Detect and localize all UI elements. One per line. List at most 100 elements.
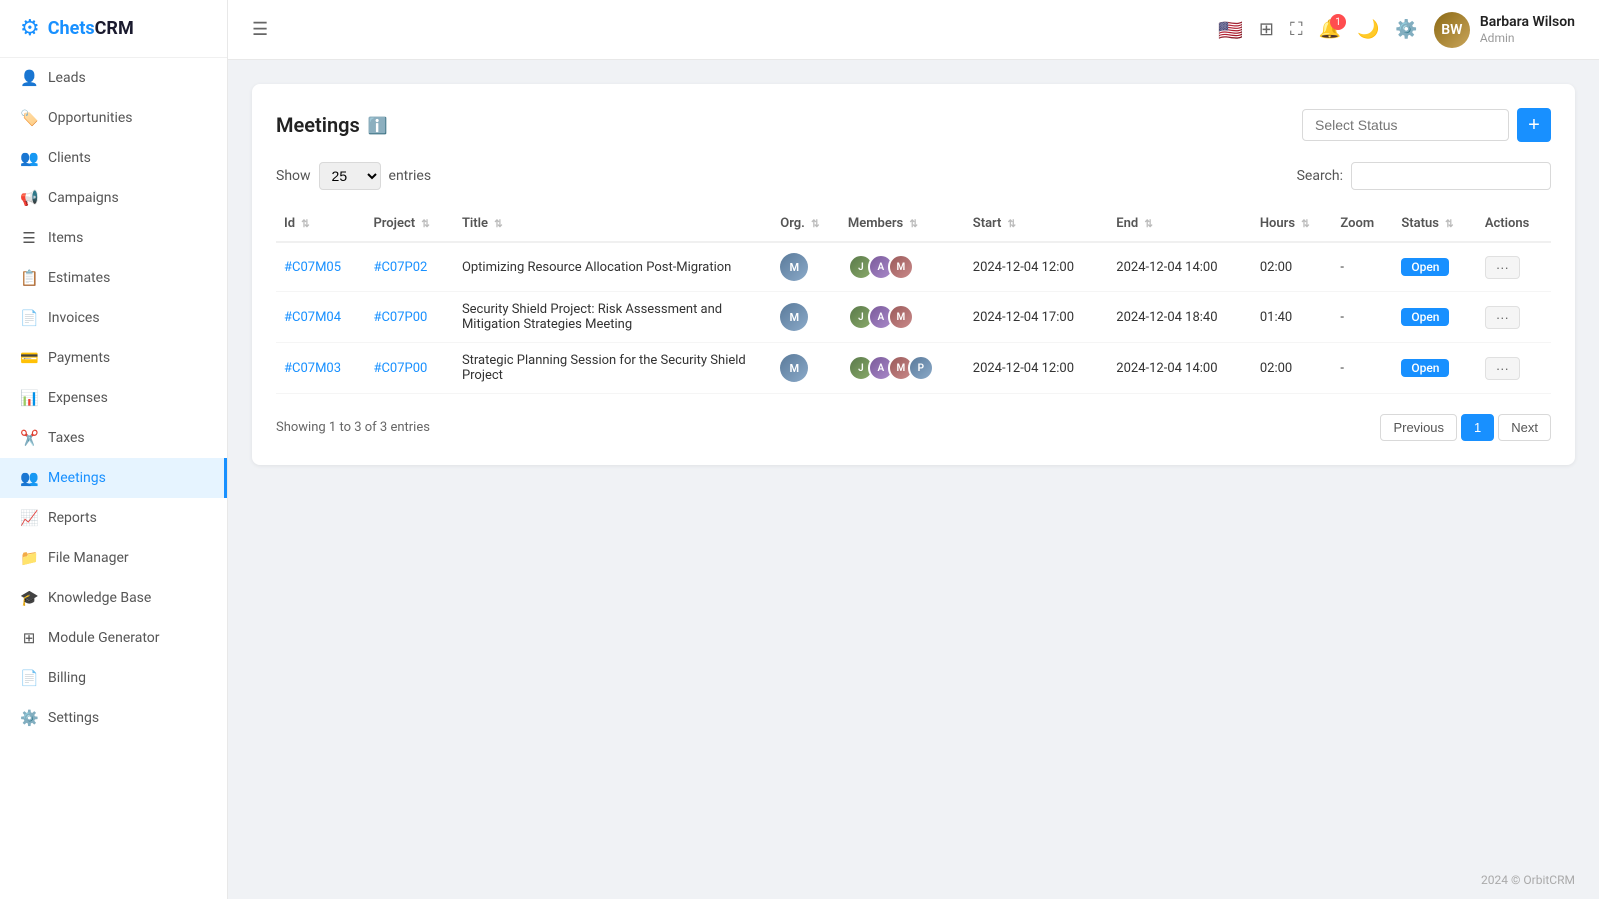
nav-icon-items: ☰ xyxy=(20,229,38,247)
project-link[interactable]: #C07P02 xyxy=(373,260,427,275)
notification-icon[interactable]: 🔔 1 xyxy=(1319,19,1341,40)
sidebar-item-estimates[interactable]: 📋 Estimates xyxy=(0,258,227,298)
cell-end: 2024-12-04 14:00 xyxy=(1108,343,1252,394)
sidebar-item-module-generator[interactable]: ⊞ Module Generator xyxy=(0,618,227,658)
pagination-area: Showing 1 to 3 of 3 entries Previous 1 N… xyxy=(276,414,1551,441)
nav-label-invoices: Invoices xyxy=(48,310,100,326)
sidebar-item-clients[interactable]: 👥 Clients xyxy=(0,138,227,178)
member-avatar: P xyxy=(908,355,934,381)
col-title[interactable]: Title ⇅ xyxy=(454,206,772,242)
nav-icon-leads: 👤 xyxy=(20,69,38,87)
entries-select[interactable]: 25 10 50 100 xyxy=(319,162,381,190)
show-label: Show xyxy=(276,168,311,184)
status-select[interactable] xyxy=(1302,109,1509,141)
sidebar-item-leads[interactable]: 👤 Leads xyxy=(0,58,227,98)
sidebar-item-file-manager[interactable]: 📁 File Manager xyxy=(0,538,227,578)
add-meeting-button[interactable]: + xyxy=(1517,108,1551,142)
project-link[interactable]: #C07P00 xyxy=(373,310,427,325)
user-info[interactable]: BW Barbara Wilson Admin xyxy=(1434,12,1575,48)
meetings-table: Id ⇅ Project ⇅ Title ⇅ Org. ⇅ Members ⇅ … xyxy=(276,206,1551,394)
sidebar-item-taxes[interactable]: ✂️ Taxes xyxy=(0,418,227,458)
cell-title: Optimizing Resource Allocation Post-Migr… xyxy=(454,242,772,292)
darkmode-icon[interactable]: 🌙 xyxy=(1357,19,1379,40)
cell-actions: ··· xyxy=(1477,292,1551,343)
member-avatar: M xyxy=(888,304,914,330)
page-title-row: Meetings ℹ️ xyxy=(276,113,388,137)
meeting-id-link[interactable]: #C07M04 xyxy=(284,310,341,325)
col-actions: Actions xyxy=(1477,206,1551,242)
org-avatar: M xyxy=(780,303,808,331)
cell-id: #C07M05 xyxy=(276,242,365,292)
table-row: #C07M03 #C07P00 Strategic Planning Sessi… xyxy=(276,343,1551,394)
nav-label-billing: Billing xyxy=(48,670,86,686)
project-link[interactable]: #C07P00 xyxy=(373,361,427,376)
sidebar-item-knowledge-base[interactable]: 🎓 Knowledge Base xyxy=(0,578,227,618)
info-icon[interactable]: ℹ️ xyxy=(368,116,388,135)
flag-icon[interactable]: 🇺🇸 xyxy=(1218,18,1243,42)
sidebar-item-opportunities[interactable]: 🏷️ Opportunities xyxy=(0,98,227,138)
cell-status: Open xyxy=(1393,343,1477,394)
grid-icon[interactable]: ⊞ xyxy=(1259,19,1274,40)
cell-start: 2024-12-04 12:00 xyxy=(965,343,1109,394)
sidebar-nav: 👤 Leads 🏷️ Opportunities 👥 Clients 📢 Cam… xyxy=(0,58,227,738)
col-org[interactable]: Org. ⇅ xyxy=(772,206,840,242)
cell-members: JAMP xyxy=(840,343,965,394)
member-avatars: JAM xyxy=(848,254,957,280)
logo-icon: ⚙ xyxy=(20,16,40,41)
page-title: Meetings xyxy=(276,113,360,137)
org-avatar: M xyxy=(780,354,808,382)
col-zoom: Zoom xyxy=(1332,206,1393,242)
org-avatar: M xyxy=(780,253,808,281)
sidebar-item-billing[interactable]: 📄 Billing xyxy=(0,658,227,698)
cell-zoom: - xyxy=(1332,343,1393,394)
user-role: Admin xyxy=(1480,31,1575,47)
sidebar-item-settings[interactable]: ⚙️ Settings xyxy=(0,698,227,738)
sidebar-item-items[interactable]: ☰ Items xyxy=(0,218,227,258)
meeting-id-link[interactable]: #C07M05 xyxy=(284,260,341,275)
nav-icon-payments: 💳 xyxy=(20,349,38,367)
page-header: Meetings ℹ️ + xyxy=(276,108,1551,142)
member-avatars: JAM xyxy=(848,304,957,330)
cell-start: 2024-12-04 12:00 xyxy=(965,242,1109,292)
settings-icon[interactable]: ⚙️ xyxy=(1395,19,1417,40)
sidebar-item-expenses[interactable]: 📊 Expenses xyxy=(0,378,227,418)
col-project[interactable]: Project ⇅ xyxy=(365,206,454,242)
status-badge: Open xyxy=(1401,258,1449,276)
action-button[interactable]: ··· xyxy=(1485,306,1520,329)
col-status[interactable]: Status ⇅ xyxy=(1393,206,1477,242)
cell-org: M xyxy=(772,343,840,394)
meeting-id-link[interactable]: #C07M03 xyxy=(284,361,341,376)
sidebar-item-campaigns[interactable]: 📢 Campaigns xyxy=(0,178,227,218)
action-button[interactable]: ··· xyxy=(1485,256,1520,279)
search-input[interactable] xyxy=(1351,162,1551,190)
footer: 2024 © OrbitCRM xyxy=(228,861,1599,899)
sidebar-item-reports[interactable]: 📈 Reports xyxy=(0,498,227,538)
search-label: Search: xyxy=(1297,168,1343,184)
cell-project: #C07P00 xyxy=(365,292,454,343)
cell-id: #C07M04 xyxy=(276,292,365,343)
hamburger-icon[interactable]: ☰ xyxy=(252,19,268,40)
sidebar-item-payments[interactable]: 💳 Payments xyxy=(0,338,227,378)
nav-label-estimates: Estimates xyxy=(48,270,110,286)
nav-icon-campaigns: 📢 xyxy=(20,189,38,207)
previous-button[interactable]: Previous xyxy=(1380,414,1457,441)
page-1-button[interactable]: 1 xyxy=(1461,414,1494,441)
sidebar-item-meetings[interactable]: 👥 Meetings xyxy=(0,458,227,498)
fullscreen-icon[interactable]: ⛶ xyxy=(1290,19,1303,40)
col-members[interactable]: Members ⇅ xyxy=(840,206,965,242)
col-end[interactable]: End ⇅ xyxy=(1108,206,1252,242)
col-hours[interactable]: Hours ⇅ xyxy=(1252,206,1333,242)
status-badge: Open xyxy=(1401,359,1449,377)
col-start[interactable]: Start ⇅ xyxy=(965,206,1109,242)
nav-label-expenses: Expenses xyxy=(48,390,108,406)
nav-icon-invoices: 📄 xyxy=(20,309,38,327)
nav-label-file-manager: File Manager xyxy=(48,550,129,566)
header-left: ☰ xyxy=(252,19,268,40)
nav-icon-estimates: 📋 xyxy=(20,269,38,287)
sidebar-item-invoices[interactable]: 📄 Invoices xyxy=(0,298,227,338)
nav-label-leads: Leads xyxy=(48,70,86,86)
next-button[interactable]: Next xyxy=(1498,414,1551,441)
col-id[interactable]: Id ⇅ xyxy=(276,206,365,242)
action-button[interactable]: ··· xyxy=(1485,357,1520,380)
nav-label-opportunities: Opportunities xyxy=(48,110,133,126)
